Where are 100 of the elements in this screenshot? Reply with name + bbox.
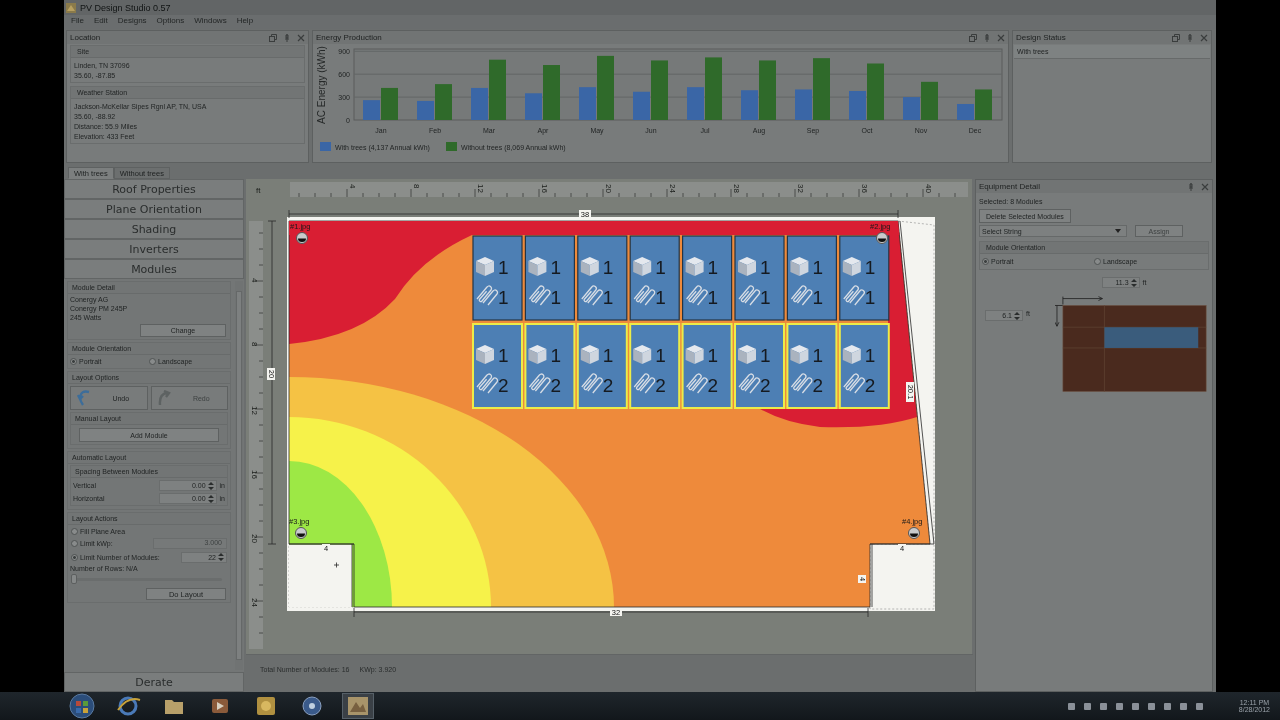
cube-icon bbox=[476, 257, 494, 276]
module-number: 2 bbox=[812, 375, 823, 396]
cube-icon bbox=[528, 345, 547, 364]
camera-marker-icon[interactable] bbox=[295, 527, 307, 539]
solar-module[interactable] bbox=[682, 235, 733, 321]
battery-icon[interactable] bbox=[1178, 701, 1188, 711]
camera-marker-icon[interactable] bbox=[876, 232, 888, 244]
paperclip-icon bbox=[476, 373, 499, 394]
solar-module[interactable] bbox=[524, 235, 575, 321]
module-number: 1 bbox=[498, 287, 509, 308]
menu-item[interactable]: File bbox=[66, 15, 89, 29]
keyboard-icon[interactable] bbox=[1066, 701, 1076, 711]
slider-thumb[interactable] bbox=[71, 574, 77, 584]
cube-icon bbox=[633, 257, 652, 276]
ruler-label: 4 bbox=[348, 184, 357, 189]
section-header[interactable]: Shading bbox=[64, 219, 244, 239]
module-number: 1 bbox=[760, 257, 771, 278]
module-number: 1 bbox=[864, 287, 876, 308]
radio-button[interactable] bbox=[70, 358, 77, 365]
cube-icon bbox=[842, 345, 861, 364]
spin-arrows-icon[interactable] bbox=[218, 552, 224, 562]
panel-title: Equipment Detail bbox=[979, 182, 1040, 191]
solar-module[interactable] bbox=[786, 235, 837, 321]
cross-marker-icon bbox=[333, 562, 340, 568]
module-number: 1 bbox=[550, 287, 561, 308]
ruler-label: 20 bbox=[604, 184, 613, 193]
spin-arrows-icon[interactable] bbox=[207, 493, 214, 504]
panel-title: Energy Production bbox=[316, 33, 382, 42]
module-number: 1 bbox=[707, 257, 719, 278]
paperclip-icon bbox=[633, 285, 656, 306]
paperclip-icon bbox=[738, 285, 761, 306]
ruler-label: 12 bbox=[250, 406, 259, 415]
ruler-label: 28 bbox=[732, 184, 741, 193]
panel-title: Location bbox=[70, 33, 101, 42]
module-number: 1 bbox=[498, 345, 509, 366]
menu-item[interactable]: Windows bbox=[189, 15, 232, 29]
paperclip-icon bbox=[790, 285, 813, 306]
network-icon[interactable] bbox=[1098, 701, 1108, 711]
module-number: 1 bbox=[707, 345, 719, 366]
ruler-label: 8 bbox=[250, 342, 259, 347]
section-header[interactable]: Plane Orientation bbox=[64, 199, 244, 219]
module-number: 1 bbox=[812, 257, 823, 278]
solar-module[interactable] bbox=[629, 235, 680, 321]
solar-module[interactable] bbox=[472, 235, 523, 321]
cube-icon bbox=[580, 345, 599, 364]
paperclip-icon bbox=[738, 373, 761, 394]
paperclip-icon bbox=[843, 285, 865, 306]
module-number: 2 bbox=[707, 375, 719, 396]
pen-icon[interactable] bbox=[1082, 701, 1092, 711]
module-number: 1 bbox=[550, 345, 561, 366]
panel-title: Design Status bbox=[1016, 33, 1066, 42]
module-number: 2 bbox=[498, 375, 509, 396]
module-number: 2 bbox=[550, 375, 561, 396]
spin-arrows-icon[interactable] bbox=[1130, 277, 1137, 288]
ruler-label: 20 bbox=[250, 534, 259, 543]
ruler-label: 16 bbox=[540, 184, 549, 193]
paperclip-icon bbox=[581, 285, 603, 306]
module-number: 2 bbox=[864, 375, 876, 396]
ruler-label: 24 bbox=[668, 184, 677, 193]
paperclip-icon bbox=[528, 285, 551, 306]
module-number: 1 bbox=[760, 345, 771, 366]
cube-icon bbox=[790, 257, 809, 276]
cube-icon bbox=[476, 345, 494, 364]
window-title: PV Design Studio 0.57 bbox=[80, 2, 171, 13]
start-button[interactable] bbox=[66, 693, 98, 719]
section-header[interactable]: Derate bbox=[64, 672, 244, 692]
menu-item[interactable]: Edit bbox=[88, 15, 113, 29]
module-number: 1 bbox=[655, 345, 666, 366]
solar-module[interactable] bbox=[734, 235, 785, 321]
menu-item[interactable]: Options bbox=[151, 15, 190, 29]
caret-icon bbox=[1115, 229, 1121, 233]
cube-icon bbox=[685, 257, 704, 276]
radio-button[interactable] bbox=[71, 553, 78, 561]
paperclip-icon bbox=[843, 373, 865, 394]
ruler-label: 40 bbox=[924, 184, 933, 193]
app-icon[interactable] bbox=[342, 693, 374, 719]
section-header[interactable]: Inverters bbox=[64, 239, 244, 259]
radio-button[interactable] bbox=[1094, 258, 1101, 265]
solar-module[interactable] bbox=[577, 235, 628, 321]
section-header[interactable]: Modules bbox=[64, 259, 244, 279]
menu-item[interactable]: Help bbox=[231, 15, 259, 29]
shield-icon[interactable] bbox=[1130, 701, 1140, 711]
radio-button[interactable] bbox=[71, 527, 78, 535]
spin-arrows-icon[interactable] bbox=[1014, 310, 1020, 321]
module-number: 1 bbox=[812, 287, 823, 308]
ruler-label: 8 bbox=[412, 184, 421, 189]
camera-marker-icon[interactable] bbox=[296, 232, 308, 244]
section-header[interactable]: Roof Properties bbox=[64, 179, 244, 199]
module-number: 1 bbox=[602, 287, 614, 308]
spin-arrows-icon[interactable] bbox=[207, 480, 214, 491]
antenna-icon[interactable] bbox=[1146, 701, 1156, 711]
speaker-icon[interactable] bbox=[1194, 701, 1204, 711]
radio-button[interactable] bbox=[982, 258, 989, 265]
menu-item[interactable]: Designs bbox=[112, 15, 152, 29]
device-icon[interactable] bbox=[1114, 701, 1124, 711]
camera-marker-icon[interactable] bbox=[908, 527, 920, 539]
flag-icon[interactable] bbox=[1162, 701, 1172, 711]
cube-icon bbox=[528, 257, 547, 276]
radio-button[interactable] bbox=[149, 358, 156, 365]
ruler-label: 36 bbox=[860, 184, 869, 193]
